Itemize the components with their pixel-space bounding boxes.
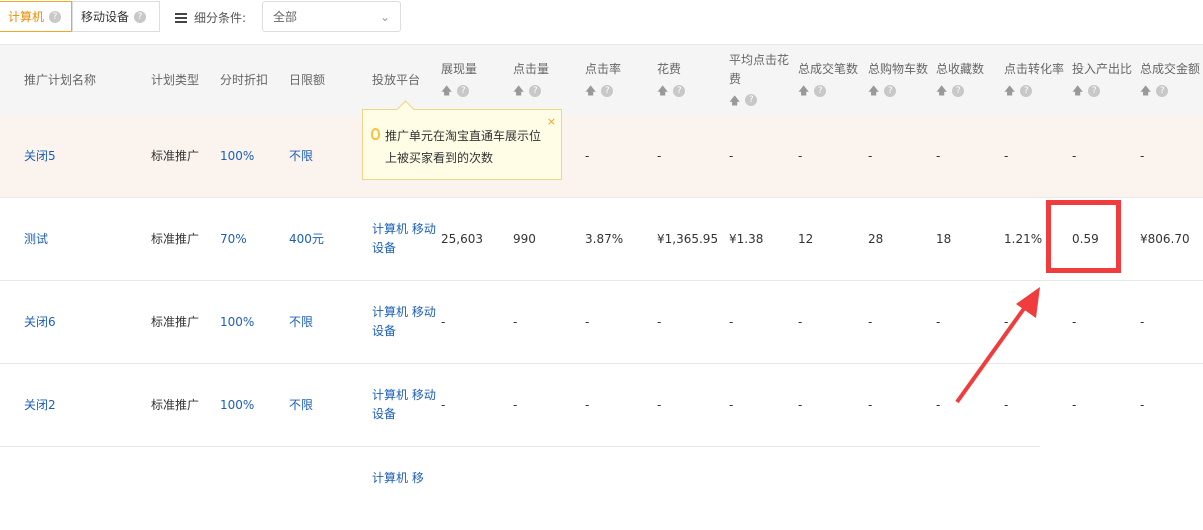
- annotation-arrow: [955, 287, 1040, 404]
- arrow-shaft: [955, 301, 1030, 404]
